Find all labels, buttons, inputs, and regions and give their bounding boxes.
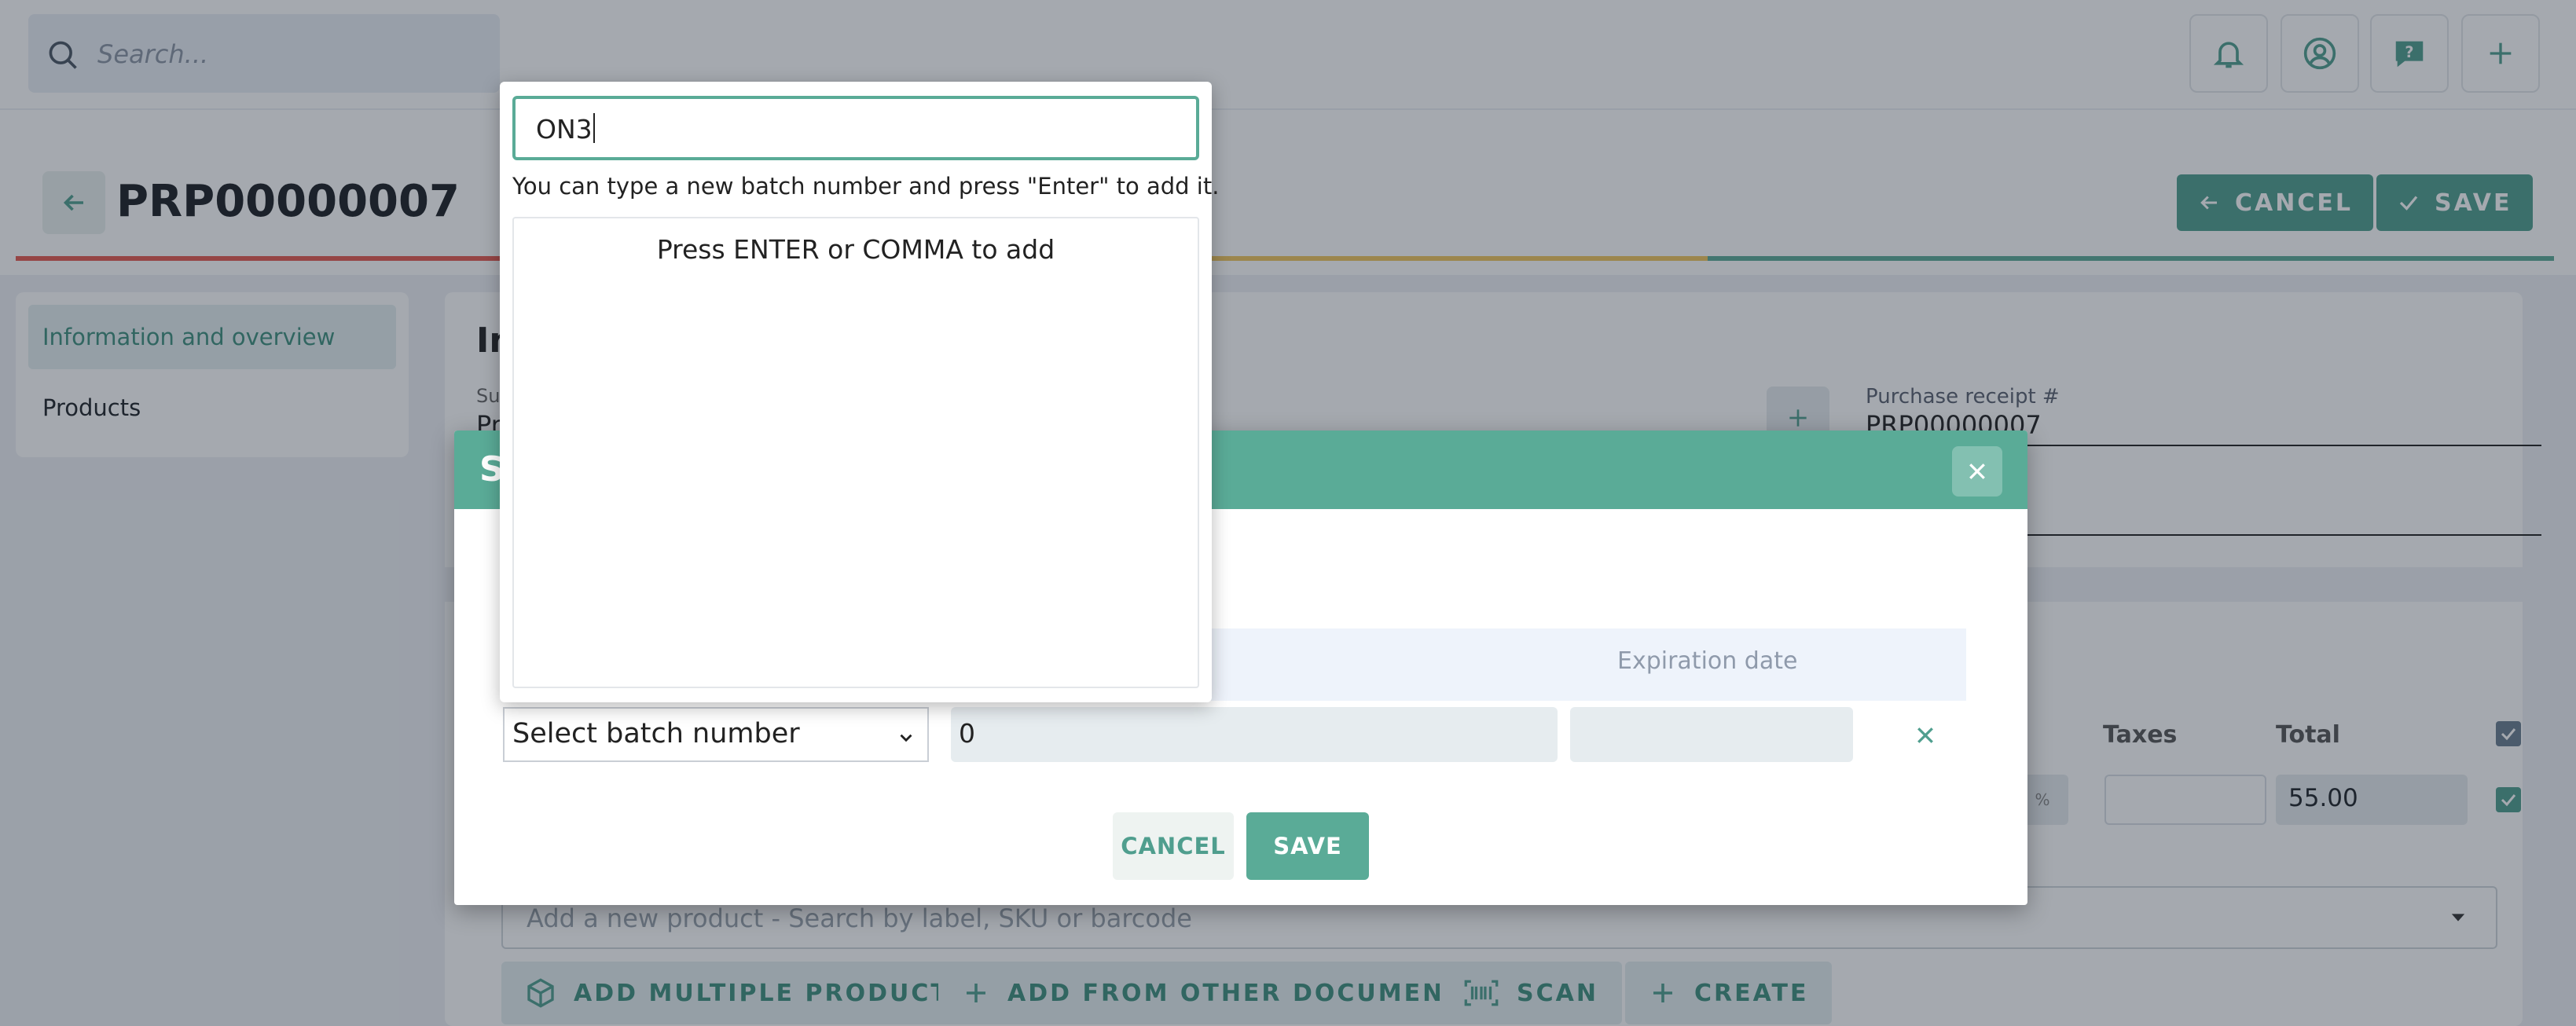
modal-cancel-button[interactable]: CANCEL: [1113, 812, 1234, 880]
modal-save-button[interactable]: SAVE: [1246, 812, 1369, 880]
batch-options-list[interactable]: Press ENTER or COMMA to add: [512, 217, 1199, 688]
chevron-down-icon: [900, 734, 912, 742]
batch-select-value: Select batch number: [512, 718, 800, 749]
expiration-date-input[interactable]: [1570, 707, 1853, 762]
batch-number-select[interactable]: Select batch number: [503, 707, 929, 762]
batch-number-dropdown: ON3 You can type a new batch number and …: [500, 82, 1219, 702]
batch-number-search-input[interactable]: ON3: [512, 96, 1199, 160]
close-icon: [1917, 727, 1933, 743]
empty-options-message: Press ENTER or COMMA to add: [656, 234, 1055, 265]
modal-close-button[interactable]: [1952, 446, 2002, 497]
text-cursor: [593, 113, 595, 143]
remove-row-button[interactable]: [1910, 720, 1941, 751]
batch-input-hint: You can type a new batch number and pres…: [512, 173, 1220, 200]
close-icon: [1969, 464, 1985, 479]
quantity-input[interactable]: 0: [951, 707, 1558, 762]
column-header-expiration-date: Expiration date: [1617, 647, 1798, 675]
batch-input-value: ON3: [536, 114, 593, 145]
